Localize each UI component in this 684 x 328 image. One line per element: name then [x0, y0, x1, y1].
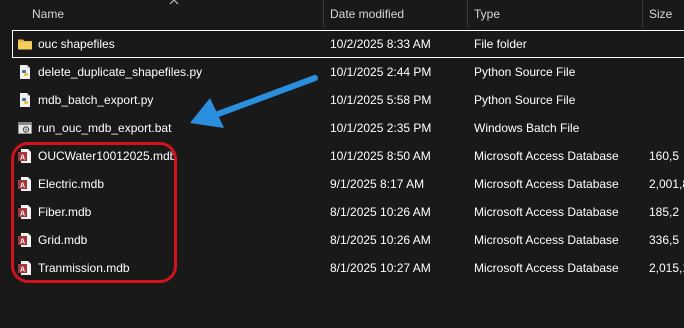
- file-type: Microsoft Access Database: [474, 205, 619, 219]
- file-row[interactable]: delete_duplicate_shapefiles.py 10/1/2025…: [0, 58, 684, 86]
- python-file-icon: [20, 65, 30, 79]
- batch-file-icon: [18, 122, 32, 134]
- file-name: ouc shapefiles: [38, 37, 115, 51]
- file-type: Microsoft Access Database: [474, 233, 619, 247]
- file-type: Windows Batch File: [474, 121, 580, 135]
- file-name: mdb_batch_export.py: [38, 93, 154, 107]
- file-size: 185,2: [649, 205, 680, 219]
- file-date: 9/1/2025 8:17 AM: [330, 177, 425, 191]
- file-date: 8/1/2025 10:26 AM: [330, 205, 431, 219]
- file-date: 8/1/2025 10:26 AM: [330, 233, 431, 247]
- file-size: 336,5: [649, 233, 680, 247]
- file-type: File folder: [474, 37, 527, 51]
- file-date: 10/1/2025 2:44 PM: [330, 65, 432, 79]
- file-date: 10/1/2025 8:50 AM: [330, 149, 431, 163]
- column-divider[interactable]: [467, 0, 468, 27]
- column-type-header[interactable]: Type: [474, 6, 500, 22]
- file-date: 10/1/2025 5:58 PM: [330, 93, 432, 107]
- python-file-icon: [20, 93, 30, 107]
- file-type: Microsoft Access Database: [474, 261, 619, 275]
- folder-icon: [18, 39, 32, 50]
- file-size: 2,015,1: [649, 261, 684, 275]
- blue-arrow-annotation: [190, 75, 318, 128]
- file-type: Python Source File: [474, 93, 576, 107]
- file-name: delete_duplicate_shapefiles.py: [38, 65, 203, 79]
- column-date-modified-header[interactable]: Date modified: [330, 6, 404, 22]
- file-row[interactable]: mdb_batch_export.py 10/1/2025 5:58 PM Py…: [0, 86, 684, 114]
- file-date: 10/2/2025 8:33 AM: [330, 37, 431, 51]
- file-row[interactable]: ouc shapefiles 10/2/2025 8:33 AM File fo…: [12, 30, 684, 58]
- column-header: Name Date modified Type Size: [0, 0, 684, 27]
- file-date: 10/1/2025 2:35 PM: [330, 121, 432, 135]
- file-size: 160,5: [649, 149, 680, 163]
- file-date: 8/1/2025 10:27 AM: [330, 261, 431, 275]
- sort-ascending-icon: [169, 0, 179, 5]
- file-type: Python Source File: [474, 65, 576, 79]
- file-name: run_ouc_mdb_export.bat: [38, 121, 172, 135]
- column-size-header[interactable]: Size: [649, 6, 672, 22]
- file-row[interactable]: run_ouc_mdb_export.bat 10/1/2025 2:35 PM…: [0, 114, 684, 142]
- column-name-header[interactable]: Name: [32, 6, 64, 22]
- file-type: Microsoft Access Database: [474, 177, 619, 191]
- file-type: Microsoft Access Database: [474, 149, 619, 163]
- column-divider[interactable]: [642, 0, 643, 27]
- column-divider[interactable]: [323, 0, 324, 27]
- red-highlight-box: [11, 142, 177, 283]
- file-size: 2,001,8: [649, 177, 684, 191]
